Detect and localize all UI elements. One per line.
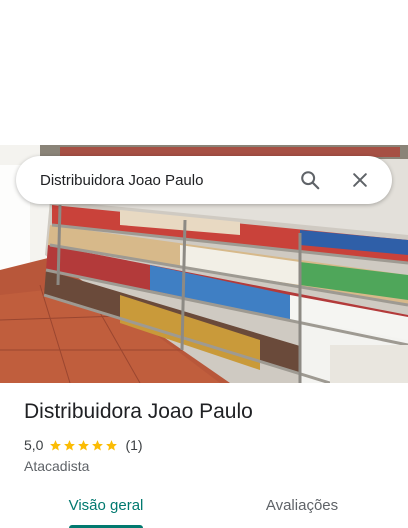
star-icon xyxy=(106,439,118,450)
close-icon xyxy=(353,173,367,187)
top-blank-area xyxy=(0,0,408,145)
star-rating xyxy=(49,439,119,452)
star-icon xyxy=(92,439,104,450)
tab-reviews[interactable]: Avaliações xyxy=(232,488,372,528)
search-icon xyxy=(301,171,320,190)
search-button[interactable] xyxy=(292,162,328,198)
rating-value: 5,0 xyxy=(24,437,44,453)
star-icon xyxy=(78,439,90,450)
clear-search-button[interactable] xyxy=(342,162,378,198)
rating-row[interactable]: 5,0 (1) xyxy=(24,436,143,454)
star-icon xyxy=(50,439,62,450)
place-category[interactable]: Atacadista xyxy=(24,458,89,474)
place-title: Distribuidora Joao Paulo xyxy=(24,400,253,423)
star-icon xyxy=(64,439,76,450)
tab-overview[interactable]: Visão geral xyxy=(36,488,176,528)
review-count[interactable]: (1) xyxy=(125,437,142,453)
search-bar[interactable]: Distribuidora Joao Paulo xyxy=(16,156,392,204)
search-input[interactable]: Distribuidora Joao Paulo xyxy=(40,172,278,189)
place-tabs: Visão geral Avaliações xyxy=(0,488,408,528)
